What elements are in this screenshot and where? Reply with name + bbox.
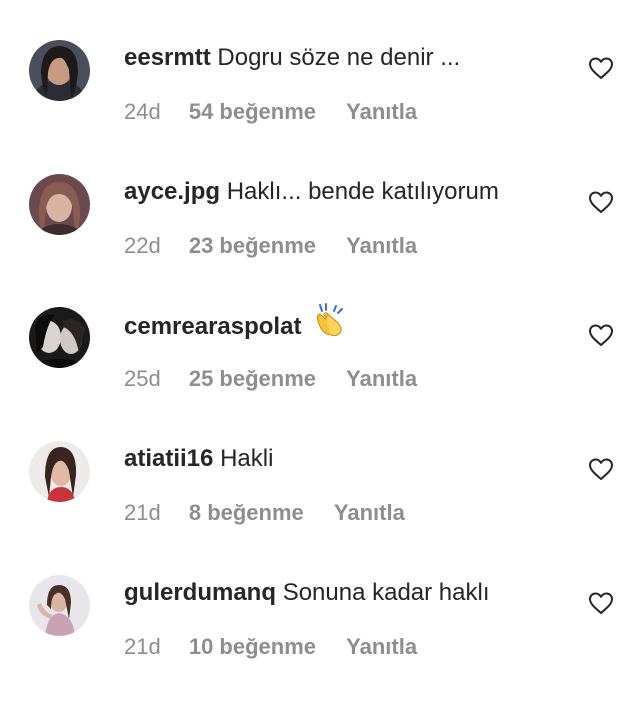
comment-item: cemrearaspolat 25d 25 beğenme Yanıtla	[0, 303, 635, 417]
comment-likes-count[interactable]: 23 beğenme	[189, 232, 316, 260]
avatar[interactable]	[29, 40, 90, 101]
reply-button[interactable]: Yanıtla	[346, 232, 417, 260]
comment-likes-count[interactable]: 25 beğenme	[189, 365, 316, 393]
comment-username[interactable]: gulerdumanq	[124, 579, 276, 606]
comment-item: gulerdumanq Sonuna kadar haklı 21d 10 be…	[0, 575, 635, 685]
comment-likes-count[interactable]: 10 beğenme	[189, 633, 316, 661]
comment-text: Sonuna kadar haklı	[282, 579, 490, 606]
comment-item: ayce.jpg Haklı... bende katılıyorum 22d …	[0, 174, 635, 284]
avatar[interactable]	[29, 441, 90, 502]
comment-text: Haklı... bende katılıyorum	[226, 178, 499, 205]
comment-time: 21d	[124, 500, 161, 525]
comment-time: 22d	[124, 233, 161, 258]
comment-time: 24d	[124, 99, 161, 124]
heart-outline-icon[interactable]	[588, 190, 614, 214]
comment-item: atiatii16 Hakli 21d 8 beğenme Yanıtla	[0, 441, 635, 551]
comment-username[interactable]: atiatii16	[124, 445, 213, 472]
comment-time: 21d	[124, 634, 161, 659]
avatar[interactable]	[29, 174, 90, 235]
heart-outline-icon[interactable]	[588, 591, 614, 615]
reply-button[interactable]: Yanıtla	[346, 633, 417, 661]
comment-username[interactable]: eesrmtt	[124, 44, 211, 71]
comment-likes-count[interactable]: 54 beğenme	[189, 98, 316, 126]
comment-likes-count[interactable]: 8 beğenme	[189, 499, 304, 527]
heart-outline-icon[interactable]	[588, 56, 614, 80]
comment-text: Dogru söze ne denir ...	[217, 44, 461, 71]
comment-text: Hakli	[220, 445, 274, 472]
avatar[interactable]	[29, 307, 90, 368]
heart-outline-icon[interactable]	[588, 457, 614, 481]
heart-outline-icon[interactable]	[588, 323, 614, 347]
comment-username[interactable]: cemrearaspolat	[124, 313, 301, 340]
reply-button[interactable]: Yanıtla	[346, 365, 417, 393]
comment-username[interactable]: ayce.jpg	[124, 178, 220, 205]
avatar[interactable]	[29, 575, 90, 636]
comment-item: eesrmtt Dogru söze ne denir ... 24d 54 b…	[0, 40, 635, 150]
reply-button[interactable]: Yanıtla	[334, 499, 405, 527]
reply-button[interactable]: Yanıtla	[346, 98, 417, 126]
comment-time: 25d	[124, 366, 161, 391]
clapping-hands-emoji	[312, 303, 348, 346]
